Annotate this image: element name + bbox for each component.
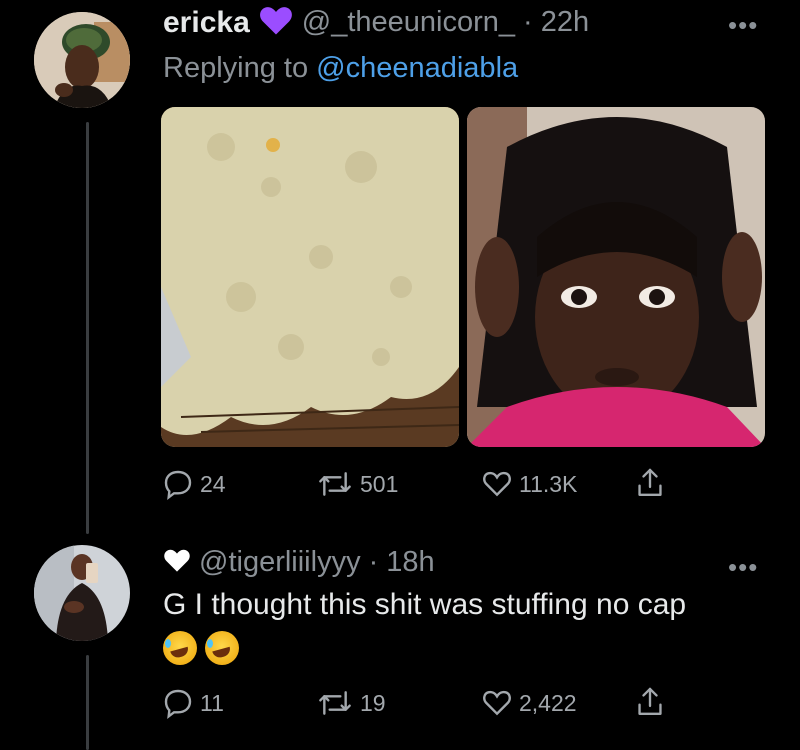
retweet-action[interactable]: 19 <box>316 687 386 719</box>
thread-line <box>86 655 89 750</box>
like-icon <box>483 690 511 716</box>
reply-icon <box>164 470 192 500</box>
avatar-photo <box>34 545 130 641</box>
retweet-icon <box>319 472 351 496</box>
rolling-on-floor-laughing-icon <box>163 631 197 665</box>
retweet-icon <box>319 691 351 715</box>
like-icon <box>483 471 511 497</box>
reply-count: 24 <box>200 470 226 497</box>
avatar-photo <box>34 12 130 108</box>
user-handle[interactable]: @tigerliiilyyy <box>199 546 361 579</box>
avatar[interactable] <box>34 12 130 108</box>
photo-thumbnail <box>161 107 459 447</box>
reply-action[interactable]: 11 <box>162 687 224 719</box>
reply-icon <box>164 689 192 719</box>
separator-dot: · <box>368 546 379 578</box>
like-action[interactable]: 11.3K <box>481 468 577 500</box>
rolling-on-floor-laughing-icon <box>205 631 240 665</box>
reply-action[interactable]: 24 <box>162 468 226 500</box>
like-count: 11.3K <box>519 470 578 497</box>
more-options-icon[interactable]: ••• <box>728 10 758 41</box>
user-handle[interactable]: @_theeunicorn_ <box>302 6 515 39</box>
avatar[interactable] <box>34 545 130 641</box>
purple-heart-icon <box>258 4 294 41</box>
replying-to-line: Replying to @cheenadiabla <box>163 52 518 85</box>
more-options-icon[interactable]: ••• <box>728 552 758 583</box>
share-icon <box>638 687 662 715</box>
retweet-count: 19 <box>360 689 386 716</box>
share-action[interactable] <box>634 466 666 500</box>
retweet-count: 501 <box>360 470 399 497</box>
separator-dot: · <box>523 6 533 38</box>
tweet-time[interactable]: 22h <box>541 6 589 39</box>
share-action[interactable] <box>634 685 666 719</box>
display-name[interactable]: ericka <box>163 6 250 40</box>
like-action[interactable]: 2,422 <box>481 687 577 719</box>
emoji-row <box>163 631 243 665</box>
retweet-action[interactable]: 501 <box>316 468 398 500</box>
like-count: 2,422 <box>519 689 577 716</box>
media-image-1[interactable] <box>161 107 459 447</box>
tweet-text: G I thought this shit was stuffing no ca… <box>163 588 687 621</box>
heart-icon <box>163 547 191 578</box>
photo-thumbnail <box>467 107 765 447</box>
media-image-2[interactable] <box>467 107 765 447</box>
share-icon <box>638 468 662 496</box>
tweet-time[interactable]: 18h <box>386 546 434 579</box>
replying-prefix: Replying to <box>163 52 309 84</box>
thread-line <box>86 122 89 534</box>
reply-count: 11 <box>200 689 224 716</box>
replying-to-link[interactable]: @cheenadiabla <box>316 52 518 84</box>
